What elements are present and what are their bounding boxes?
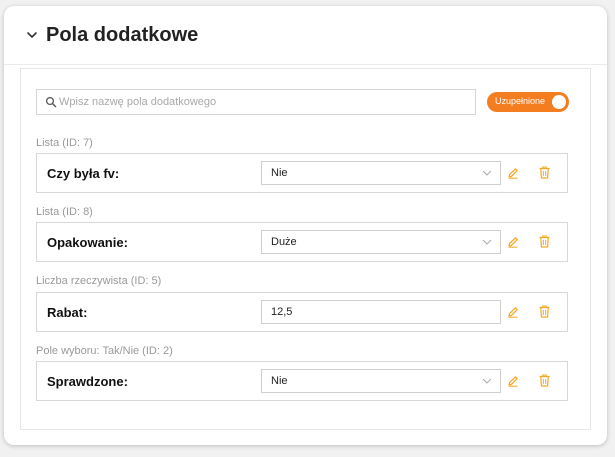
- field-label: Sprawdzone:: [47, 374, 128, 389]
- field-select[interactable]: Duże: [261, 230, 501, 254]
- select-value: Nie: [271, 167, 288, 179]
- field-caption: Liczba rzeczywista (ID: 5): [36, 275, 162, 287]
- field-row-sprawdzone: Sprawdzone: Nie: [36, 361, 568, 401]
- pencil-icon[interactable]: [507, 306, 519, 318]
- pencil-icon[interactable]: [507, 167, 519, 179]
- trash-icon[interactable]: [539, 374, 550, 387]
- field-label: Czy była fv:: [47, 166, 120, 181]
- trash-icon[interactable]: [539, 235, 550, 248]
- search-icon: [45, 96, 57, 108]
- field-caption: Lista (ID: 7): [36, 137, 93, 149]
- select-value: Nie: [271, 375, 288, 387]
- chevron-down-icon: [482, 170, 492, 176]
- field-caption: Lista (ID: 8): [36, 206, 93, 218]
- toggle-knob: [552, 95, 566, 109]
- chevron-down-icon: [482, 239, 492, 245]
- input-value: 12,5: [271, 306, 293, 318]
- search-input[interactable]: [59, 90, 469, 114]
- field-caption: Pole wyboru: Tak/Nie (ID: 2): [36, 345, 173, 357]
- trash-icon[interactable]: [539, 305, 550, 318]
- field-select[interactable]: Nie: [261, 161, 501, 185]
- search-box: [36, 89, 476, 115]
- field-row-czy-byla-fv: Czy była fv: Nie: [36, 153, 568, 193]
- pencil-icon[interactable]: [507, 236, 519, 248]
- field-label: Rabat:: [47, 305, 88, 320]
- panel-header[interactable]: Pola dodatkowe: [4, 6, 607, 65]
- pencil-icon[interactable]: [507, 375, 519, 387]
- toggle-label: Uzupełnione: [495, 96, 546, 106]
- field-select[interactable]: Nie: [261, 369, 501, 393]
- chevron-down-icon[interactable]: [26, 29, 38, 41]
- field-row-rabat: Rabat: 12,5: [36, 292, 568, 332]
- filled-toggle[interactable]: Uzupełnione: [487, 92, 569, 112]
- field-row-opakowanie: Opakowanie: Duże: [36, 222, 568, 262]
- field-label: Opakowanie:: [47, 235, 128, 250]
- chevron-down-icon: [482, 378, 492, 384]
- trash-icon[interactable]: [539, 166, 550, 179]
- select-value: Duże: [271, 236, 297, 248]
- field-text-input[interactable]: 12,5: [261, 300, 501, 324]
- panel-title: Pola dodatkowe: [46, 24, 199, 46]
